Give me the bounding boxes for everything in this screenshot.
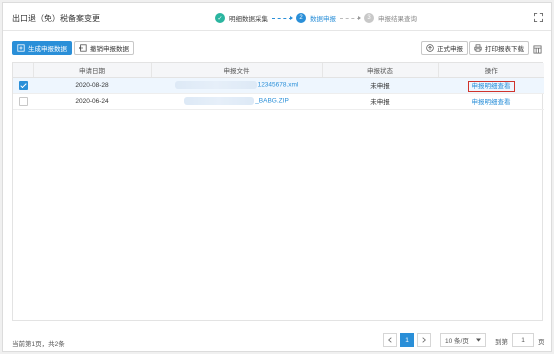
declaration-table: 申请日期 申报文件 申报状态 操作 2020-08-28 12345678.xm…: [12, 62, 544, 321]
row-status: 未申报: [322, 93, 438, 110]
step-arrow-icon: [272, 15, 293, 20]
fullscreen-icon[interactable]: [534, 13, 543, 22]
page-size-select[interactable]: 10 条/页: [440, 333, 486, 347]
goto-page-input[interactable]: 1: [512, 333, 534, 347]
upload-icon: [426, 44, 434, 52]
view-declaration-detail-link[interactable]: 申报明细查看: [467, 81, 515, 92]
column-header-file: 申报文件: [151, 63, 323, 78]
revoke-label: 撤销申报数据: [90, 46, 129, 53]
row-file-link[interactable]: _BABG.ZIP: [255, 98, 289, 105]
pagination-info: 当前第1页，共2条: [12, 341, 65, 348]
page-header: 出口退（免）税备案变更 ✓ 明细数据采集 2 数据申报 3 申报结果查询: [3, 3, 551, 31]
step-2-label[interactable]: 数据申报: [310, 13, 336, 23]
step-done-icon: ✓: [215, 13, 225, 23]
goto-label: 到第: [495, 339, 508, 346]
generate-declaration-button[interactable]: 生成申报数据: [12, 41, 72, 55]
row-status: 未申报: [322, 77, 438, 94]
step-3-number: 3: [364, 13, 374, 23]
column-header-status: 申报状态: [322, 63, 439, 78]
step-indicator: ✓ 明细数据采集 2 数据申报 3 申报结果查询: [215, 12, 417, 24]
column-header-date: 申请日期: [33, 63, 152, 78]
revoke-icon: [79, 44, 87, 52]
step-3-label[interactable]: 申报结果查询: [378, 13, 417, 23]
formal-label: 正式申报: [437, 46, 463, 53]
caret-down-icon: [476, 338, 481, 342]
print-icon: [474, 44, 482, 52]
page-suffix: 页: [538, 339, 545, 346]
document-icon: [17, 44, 25, 52]
revoke-declaration-button[interactable]: 撤销申报数据: [74, 41, 134, 55]
view-declaration-detail-link[interactable]: 申报明细查看: [472, 99, 511, 106]
next-page-button[interactable]: [417, 333, 431, 347]
page-size-value: 10 条/页: [445, 338, 469, 345]
main-panel: 出口退（免）税备案变更 ✓ 明细数据采集 2 数据申报 3 申报结果查询 生成申…: [2, 2, 552, 352]
row-date: 2020-08-28: [33, 77, 151, 94]
step-2-number: 2: [296, 13, 306, 23]
row-checkbox[interactable]: [18, 96, 28, 106]
formal-declaration-button[interactable]: 正式申报: [421, 41, 468, 55]
row-file-cell: 12345678.xml: [151, 77, 322, 94]
page-number-button[interactable]: 1: [400, 333, 414, 347]
chevron-left-icon: [388, 337, 392, 343]
column-settings-icon[interactable]: [533, 45, 542, 54]
page-title: 出口退（免）税备案变更: [12, 14, 100, 23]
step-1-label[interactable]: 明细数据采集: [229, 13, 268, 23]
row-checkbox[interactable]: [18, 80, 28, 90]
generate-label: 生成申报数据: [28, 46, 67, 53]
table-row[interactable]: 2020-08-28 12345678.xml 未申报 申报明细查看: [13, 77, 544, 94]
step-arrow-icon: [340, 15, 361, 20]
print-label: 打印报表下载: [485, 46, 524, 53]
prev-page-button[interactable]: [383, 333, 397, 347]
row-date: 2020-06-24: [33, 93, 151, 110]
table-row[interactable]: 2020-06-24 _BABG.ZIP 未申报 申报明细查看: [13, 93, 544, 110]
row-file-cell: _BABG.ZIP: [151, 93, 322, 110]
select-column-header: [13, 63, 34, 78]
column-header-action: 操作: [438, 63, 544, 78]
chevron-right-icon: [422, 337, 426, 343]
row-file-link[interactable]: 12345678.xml: [258, 82, 299, 89]
print-report-download-button[interactable]: 打印报表下载: [469, 41, 529, 55]
redacted-filename: [184, 97, 255, 105]
table-header-row: 申请日期 申报文件 申报状态 操作: [13, 63, 544, 78]
redacted-filename: [174, 81, 257, 89]
